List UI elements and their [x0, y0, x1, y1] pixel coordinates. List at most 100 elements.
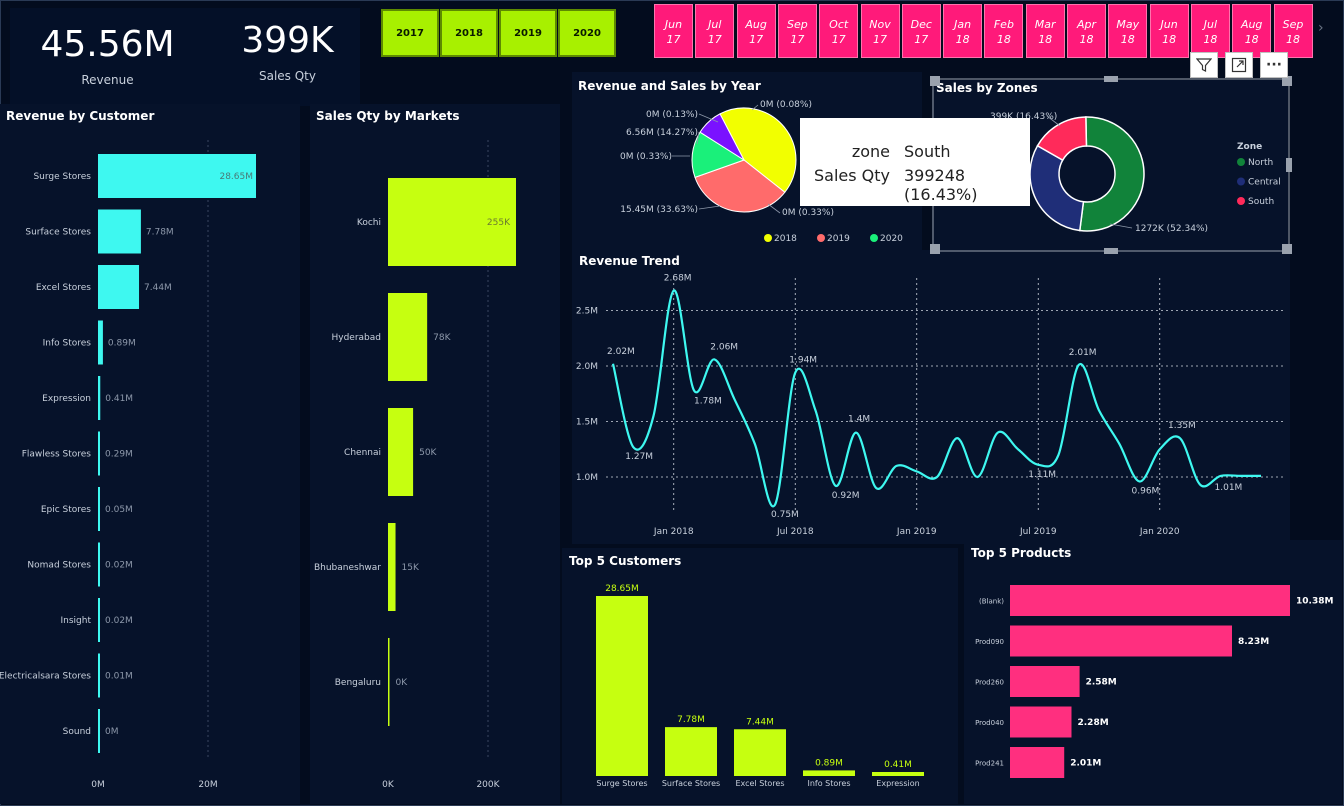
data-label: 50K	[419, 448, 437, 458]
point-label: 1.01M	[1215, 483, 1243, 493]
point-label: 2.02M	[607, 347, 635, 357]
category-label: Surface Stores	[25, 228, 91, 238]
legend-label: 2018	[774, 234, 797, 244]
category-label: Bhubaneshwar	[314, 563, 381, 573]
point-label: 2.68M	[664, 274, 692, 284]
sales-qty-kpi-label: Sales Qty	[258, 69, 316, 83]
sales-qty-kpi-value: 399K	[241, 20, 334, 61]
filter-icon[interactable]	[1190, 52, 1218, 78]
bar-expression	[98, 376, 101, 420]
bar-flawless-stores	[98, 431, 100, 476]
revenue-kpi-value: 45.56M	[40, 24, 175, 65]
month-slicer-mar-18[interactable]: Mar 18	[1025, 4, 1065, 58]
year-label: 18	[1203, 33, 1218, 46]
year-label: 18	[1120, 33, 1135, 46]
month-slicer-dec-17[interactable]: Dec 17	[901, 4, 941, 58]
bar-sound	[98, 709, 100, 753]
revenue-by-customer-title: Revenue by Customer	[6, 109, 155, 123]
month-slicer-aug-18[interactable]: Aug 18	[1232, 4, 1272, 58]
category-label: Epic Stores	[41, 505, 91, 515]
y-tick-label: 2.0M	[576, 362, 598, 372]
month-label: Sep	[1282, 18, 1304, 31]
year-label: 18	[1038, 33, 1053, 46]
month-slicer-oct-17[interactable]: Oct 17	[819, 4, 859, 58]
focus-mode-icon[interactable]	[1225, 52, 1253, 78]
month-slicer-jul-17[interactable]: Jul 17	[695, 4, 735, 58]
category-label: Surge Stores	[596, 779, 647, 788]
month-slicer-nov-17[interactable]: Nov 17	[860, 4, 900, 58]
data-label: 8.23M	[1238, 637, 1269, 647]
category-label: Electricalsara Stores	[0, 672, 91, 682]
top5-customers-chart: 28.65M Surge Stores 7.78M Surface Stores 7.4…	[596, 584, 924, 788]
x-tick-label: 200K	[476, 780, 500, 790]
category-label: Info Stores	[808, 779, 851, 788]
leader-line	[767, 203, 781, 214]
data-label: 7.78M	[677, 715, 705, 725]
data-label: 255K	[487, 218, 511, 228]
sales-qty-by-markets-chart: Kochi 255K Hyderabad 78K Chennai 50K Bhubanesh…	[314, 140, 516, 790]
data-label: 28.65M	[605, 584, 639, 594]
bar-prod241	[1010, 747, 1065, 778]
data-label: 0K	[396, 678, 409, 688]
month-slicer-may-18[interactable]: May 18	[1108, 4, 1148, 58]
bar-prod090	[1010, 625, 1233, 657]
month-slicer-jul-18[interactable]: Jul 18	[1190, 4, 1230, 58]
category-label: Bengaluru	[335, 678, 381, 688]
revenue-by-year-title: Revenue and Sales by Year	[578, 79, 761, 93]
bar-expression	[872, 772, 924, 776]
top5-products-title: Top 5 Products	[971, 546, 1072, 560]
month-slicer-aug-17[interactable]: Aug 17	[736, 4, 776, 58]
year-slicer-2017[interactable]: 2017	[381, 9, 439, 57]
data-label: 0.89M	[815, 758, 843, 768]
zone-tooltip: zone South Sales Qty 399248 (16.43%)	[800, 118, 1030, 206]
category-label: Prod090	[975, 638, 1004, 646]
category-label: Hyderabad	[332, 333, 382, 343]
month-slicer-jan-18[interactable]: Jan 18	[943, 4, 983, 58]
x-tick-label: Jan 2019	[896, 527, 937, 537]
month-label: Dec	[910, 18, 932, 31]
month-label: Jun	[1160, 18, 1178, 31]
year-slicer-2019[interactable]: 2019	[499, 9, 557, 57]
data-label: 2.28M	[1078, 718, 1109, 728]
y-tick-label: 1.0M	[576, 473, 598, 483]
more-options-button[interactable]: ···	[1260, 52, 1288, 78]
x-tick-label: 0M	[91, 780, 105, 790]
bar-surface-stores	[98, 209, 141, 254]
legend-marker-2020	[870, 234, 878, 242]
bar-prod260	[1010, 666, 1080, 697]
category-label: Excel Stores	[735, 779, 784, 788]
month-slicer-sep-17[interactable]: Sep 17	[777, 4, 817, 58]
bar-electricalsara-stores	[98, 653, 100, 698]
data-label: 0.89M	[108, 339, 136, 349]
month-slicer-jun-17[interactable]: Jun 17	[654, 4, 693, 58]
month-slicer-apr-18[interactable]: Apr 18	[1067, 4, 1106, 58]
slice-label: 0M (0.33%)	[620, 152, 672, 162]
revenue-trend-title: Revenue Trend	[579, 254, 680, 268]
year-label: 17	[790, 33, 805, 46]
category-label: Prod241	[975, 760, 1004, 768]
year-slicer-2018[interactable]: 2018	[440, 9, 498, 57]
month-slicer-next-arrow[interactable]: ›	[1318, 20, 1324, 36]
top5-customers-title: Top 5 Customers	[569, 554, 682, 568]
data-label: 7.78M	[146, 228, 174, 238]
category-label: Expression	[42, 394, 91, 404]
month-slicer-jun-18[interactable]: Jun 18	[1149, 4, 1189, 58]
legend-label: 2020	[880, 234, 903, 244]
year-label: 18	[955, 33, 970, 46]
data-label: 0M	[105, 727, 119, 737]
year-label: 17	[666, 33, 681, 46]
legend-marker-2018	[764, 234, 772, 242]
year-slicer-2020[interactable]: 2020	[558, 9, 616, 57]
y-tick-label: 1.5M	[576, 418, 598, 428]
month-slicer-sep-18[interactable]: Sep 18	[1273, 4, 1313, 58]
data-label: 10.38M	[1296, 597, 1333, 607]
month-label: Mar	[1034, 18, 1056, 31]
year-label: 18	[1286, 33, 1300, 46]
top5-products-chart: (Blank) 10.38M Prod090 8.23M Prod260 2.58M Pro…	[975, 585, 1333, 778]
revenue-by-customer-chart: Surge Stores 28.65M Surface Stores 7.78M Exc…	[0, 140, 256, 790]
x-tick-label: 0K	[382, 780, 395, 790]
bar-excel-stores	[98, 265, 140, 309]
bar-bengaluru	[388, 638, 390, 726]
year-label: 17	[914, 33, 929, 46]
month-slicer-feb-18[interactable]: Feb 18	[984, 4, 1024, 58]
